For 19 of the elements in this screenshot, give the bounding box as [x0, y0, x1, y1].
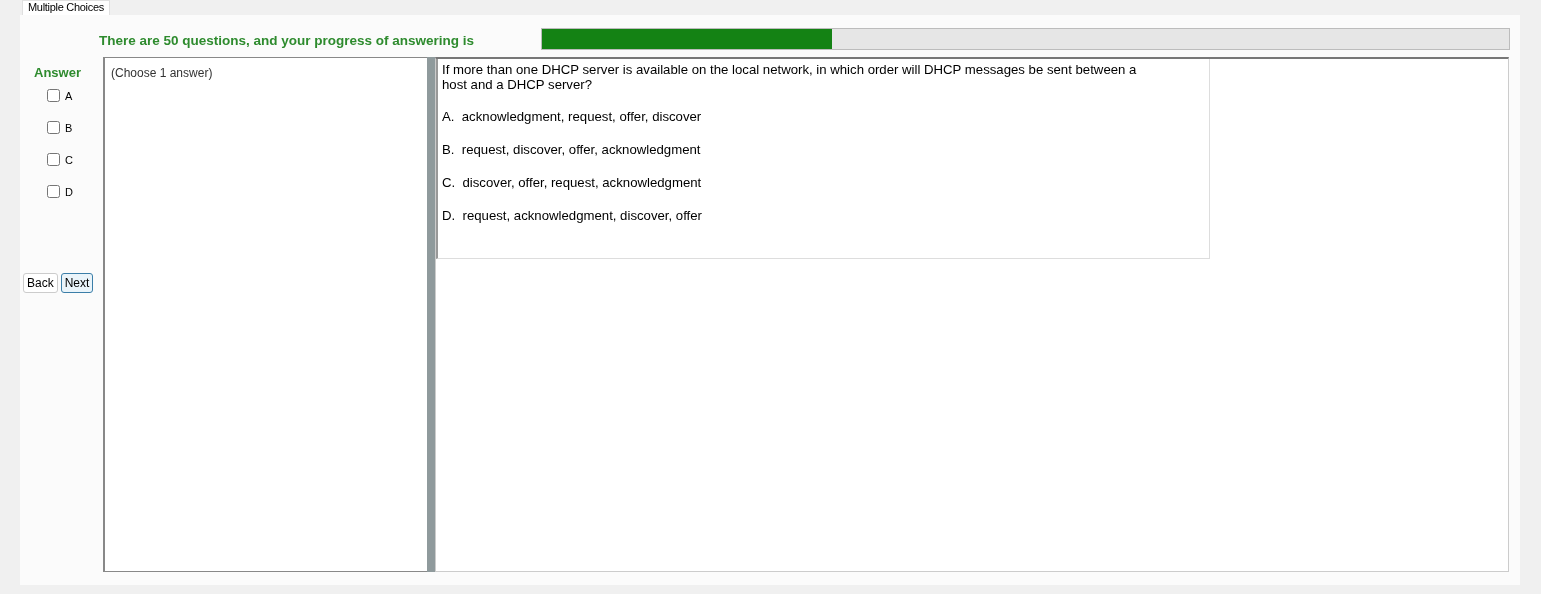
checkbox[interactable] [47, 121, 60, 134]
question-text: If more than one DHCP server is available on the local network, in which order will DHCP messages be sent between a host and a DHCP server? [442, 62, 1138, 92]
checkbox[interactable] [47, 153, 60, 166]
answer-heading: Answer [33, 64, 82, 80]
checkbox[interactable] [47, 185, 60, 198]
checkbox[interactable] [47, 89, 60, 102]
checkbox-label[interactable]: C [65, 153, 73, 166]
option-text: B. request, discover, offer, acknowledgment [442, 142, 702, 157]
nav-button[interactable]: Next [60, 273, 94, 293]
tab[interactable]: Multiple Choices [22, 0, 110, 15]
option-text: D. request, acknowledgment, discover, offer [442, 208, 703, 223]
option-text: C. discover, offer, request, acknowledgment [442, 175, 703, 190]
instruction-text: (Choose 1 answer) [111, 66, 213, 80]
checkbox-label[interactable]: B [65, 121, 73, 134]
checkbox-label[interactable]: D [65, 185, 73, 198]
progress-label: There are 50 questions, and your progress of answering is [99, 32, 476, 48]
checkbox-label[interactable]: A [65, 89, 73, 102]
option-text: A. acknowledgment, request, offer, discover [442, 109, 703, 124]
nav-button[interactable]: Back [23, 273, 58, 293]
